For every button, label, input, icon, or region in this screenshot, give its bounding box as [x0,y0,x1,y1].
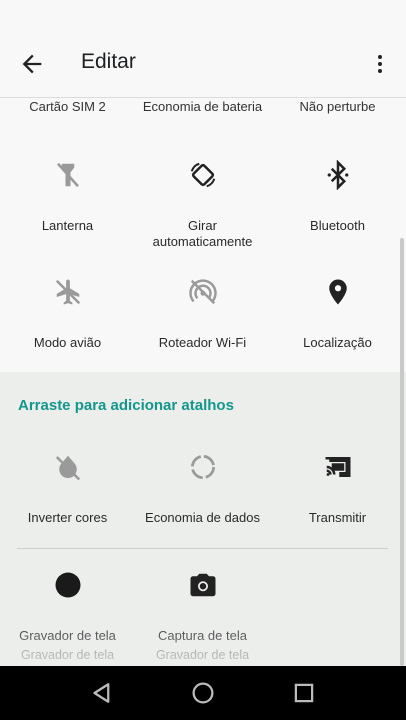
tile-sublabel: Gravador de tela [155,648,250,662]
tile-label-sim2[interactable]: Cartão SIM 2 [0,99,135,114]
nav-home-icon[interactable] [188,678,218,708]
tile-label: Modo avião [33,335,102,350]
tile-label: Localização [303,335,372,350]
tile-label: Gravador de tela [19,628,116,643]
tile-bluetooth[interactable]: Bluetooth [270,160,405,270]
airplane-off-icon [55,279,80,305]
tile-label-battery-saver[interactable]: Economia de bateria [135,99,270,114]
previous-tiles-row: Cartão SIM 2 Economia de bateria Não per… [0,99,406,119]
more-options-icon[interactable] [368,50,392,78]
app-bar: Editar [0,0,406,98]
tile-auto-rotate[interactable]: Girar automaticamente [135,160,270,270]
tile-screenshot[interactable]: Captura de tela Gravador de tela [135,570,270,680]
tile-label-do-not-disturb[interactable]: Não perturbe [270,99,405,114]
tile-location[interactable]: Localização [270,277,405,387]
back-arrow-icon[interactable] [18,50,46,78]
tile-label: Economia de dados [145,510,260,525]
nav-recents-icon[interactable] [289,678,319,708]
hotspot-off-icon [188,279,217,305]
tile-cast[interactable]: Transmitir [270,452,405,562]
screen-rotation-icon [190,162,215,188]
divider [17,548,388,549]
camera-icon [190,573,215,597]
tile-label: Transmitir [308,510,367,525]
data-saver-icon [190,455,215,479]
tile-sublabel: Gravador de tela [20,648,115,662]
tile-airplane-mode[interactable]: Modo avião [0,277,135,387]
tile-screen-recorder[interactable]: Gravador de tela Gravador de tela [0,570,135,680]
scrollbar[interactable] [400,238,404,666]
tile-invert-colors[interactable]: Inverter cores [0,452,135,562]
location-icon [328,279,347,305]
tile-label: Girar automaticamente [152,218,253,249]
drag-hint: Arraste para adicionar atalhos [18,397,234,414]
tile-data-saver[interactable]: Economia de dados [135,452,270,562]
cast-icon [325,457,350,477]
tile-label: Lanterna [41,218,94,233]
tile-wifi-hotspot[interactable]: Roteador Wi-Fi [135,277,270,387]
tile-flashlight[interactable]: Lanterna [0,160,135,270]
bluetooth-icon [327,160,348,190]
invert-colors-off-icon [55,455,80,481]
tile-label: Roteador Wi-Fi [158,335,247,350]
tile-label: Bluetooth [310,218,365,233]
system-nav-bar [0,666,406,720]
flashlight-off-icon [56,162,79,188]
page-title: Editar [81,50,136,73]
screen-record-icon [55,572,80,598]
nav-back-icon[interactable] [87,678,117,708]
tile-label: Captura de tela [158,628,247,643]
tile-label: Inverter cores [27,510,108,525]
